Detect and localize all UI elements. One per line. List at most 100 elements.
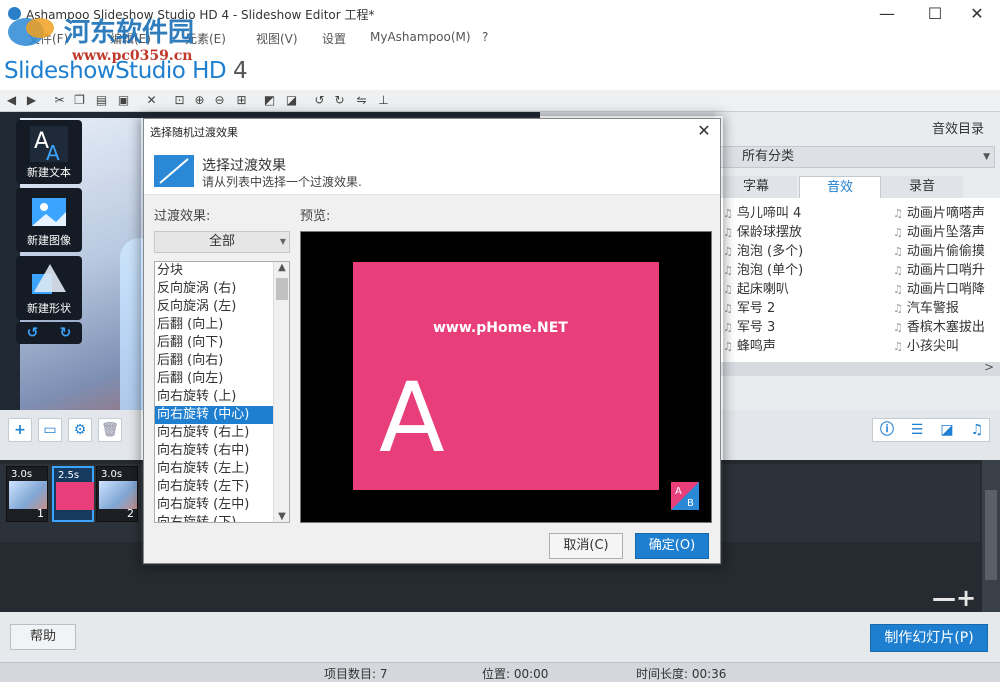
add-icon[interactable]: + <box>8 418 32 442</box>
list-item[interactable]: ♫ 汽车警报 <box>893 297 959 316</box>
list-item[interactable]: 向右旋转 (右上) <box>155 424 273 442</box>
menu-help[interactable]: ? <box>482 30 488 44</box>
list-item[interactable]: ♫ 保龄球摆放 <box>723 221 802 240</box>
list-item[interactable]: 后翻 (向下) <box>155 334 273 352</box>
list-item[interactable]: ♫ 动画片嘀嗒声 <box>893 202 985 221</box>
list-item[interactable]: ♫ 动画片偷偷摸 <box>893 240 985 259</box>
trash-icon[interactable]: 🗑 <box>98 418 122 442</box>
paste-icon[interactable]: ▤ <box>94 93 109 108</box>
list-item[interactable]: 后翻 (向左) <box>155 370 273 388</box>
settings-icon[interactable]: ⚙ <box>68 418 92 442</box>
list-item[interactable]: 后翻 (向右) <box>155 352 273 370</box>
sound-list-hscrollbar[interactable]: > <box>715 360 1000 376</box>
cut-icon[interactable]: ✂ <box>52 93 67 108</box>
music-icon[interactable]: ♫ <box>967 421 987 439</box>
list-item[interactable]: ♫ 小孩尖叫 <box>893 335 959 354</box>
help-button[interactable]: 帮助 <box>10 624 76 650</box>
duplicate-icon[interactable]: ▣ <box>116 93 131 108</box>
list-item-selected[interactable]: 向右旋转 (中心) <box>155 406 273 424</box>
rotate-cw-icon[interactable]: ↻ <box>60 325 72 341</box>
scrollbar-thumb[interactable] <box>276 278 288 300</box>
scroll-right-icon[interactable]: > <box>984 360 994 374</box>
list-item[interactable]: ♫ 泡泡 (多个) <box>723 240 803 259</box>
ok-button[interactable]: 确定(O) <box>635 533 709 559</box>
music-note-icon: ♫ <box>893 245 903 258</box>
close-icon[interactable]: ✕ <box>694 121 714 140</box>
rotate-left-icon[interactable]: ↺ <box>312 93 327 108</box>
zoom-select-icon[interactable]: ⊞ <box>234 93 249 108</box>
list-item[interactable]: 分块 <box>155 262 273 280</box>
list-item[interactable]: ♫ 鸟儿啼叫 4 <box>723 202 801 221</box>
zoom-in-button[interactable]: + <box>956 584 976 612</box>
info-icon[interactable]: ⓘ <box>877 421 897 439</box>
list-item[interactable]: 向右旋转 (下) <box>155 514 273 522</box>
bring-forward-icon[interactable]: ◩ <box>262 93 277 108</box>
list-item[interactable]: ♫ 军号 2 <box>723 297 775 316</box>
list-item[interactable]: 反向旋涡 (左) <box>155 298 273 316</box>
music-note-icon: ♫ <box>893 264 903 277</box>
sound-catalog-panel: 音效目录 所有分类 ▼ 字幕 音效 录音 ♫ 鸟儿啼叫 4 ♫ 保龄球摆放 ♫ 泡泡 … <box>715 112 1000 410</box>
zoom-in-icon[interactable]: ⊕ <box>192 93 207 108</box>
flip-icon[interactable]: ⇋ <box>354 93 369 108</box>
menu-myashampoo[interactable]: MyAshampoo(M) <box>370 30 471 44</box>
transition-icon[interactable]: ◪ <box>937 421 957 439</box>
list-item[interactable]: 向右旋转 (左下) <box>155 478 273 496</box>
align-icon[interactable]: ⊥ <box>376 93 391 108</box>
cancel-button[interactable]: 取消(C) <box>549 533 623 559</box>
list-item[interactable]: ♫ 泡泡 (单个) <box>723 259 803 278</box>
rotate-right-icon[interactable]: ↻ <box>332 93 347 108</box>
timeline-clip[interactable]: 3.0s 1 <box>6 466 48 522</box>
list-item[interactable]: ♫ 动画片坠落声 <box>893 221 985 240</box>
list-item[interactable]: ♫ 动画片口哨升 <box>893 259 985 278</box>
add-image-icon[interactable]: ▭ <box>38 418 62 442</box>
scroll-down-icon[interactable]: ▼ <box>274 511 289 522</box>
category-select[interactable]: 所有分类 ▼ <box>715 146 995 168</box>
list-icon[interactable]: ☰ <box>907 421 927 439</box>
sound-name: 动画片偷偷摸 <box>906 244 985 259</box>
music-note-icon: ♫ <box>723 245 733 258</box>
menu-view[interactable]: 视图(V) <box>256 30 298 47</box>
minimize-button[interactable]: — <box>864 0 910 28</box>
transition-list[interactable]: 分块 反向旋涡 (右) 反向旋涡 (左) 后翻 (向上) 后翻 (向下) 后翻 … <box>154 261 290 523</box>
timeline-transition-clip[interactable]: 2.5s <box>52 466 94 522</box>
ab-transition-icon: A B <box>671 482 699 510</box>
list-item[interactable]: 向右旋转 (左中) <box>155 496 273 514</box>
zoom-fit-icon[interactable]: ⊡ <box>172 93 187 108</box>
menu-settings[interactable]: 设置 <box>322 30 346 47</box>
scroll-up-icon[interactable]: ▲ <box>274 262 289 273</box>
badge-b: B <box>687 498 694 509</box>
list-item[interactable]: 向右旋转 (右中) <box>155 442 273 460</box>
list-item[interactable]: 反向旋涡 (右) <box>155 280 273 298</box>
tab-recording[interactable]: 录音 <box>881 176 963 198</box>
zoom-out-icon[interactable]: ⊖ <box>212 93 227 108</box>
timeline-vscrollbar[interactable] <box>982 460 1000 612</box>
close-window-button[interactable]: ✕ <box>954 0 1000 28</box>
new-image-button[interactable]: 新建图像 <box>16 188 82 252</box>
random-transition-dialog: 选择随机过渡效果 ✕ 选择过渡效果 请从列表中选择一个过渡效果. 过渡效果: 预… <box>143 118 721 564</box>
list-item[interactable]: ♫ 香槟木塞拔出 <box>893 316 985 335</box>
tab-subtitles[interactable]: 字幕 <box>715 176 797 198</box>
list-item[interactable]: 向右旋转 (左上) <box>155 460 273 478</box>
list-item[interactable]: 向右旋转 (上) <box>155 388 273 406</box>
effect-filter-select[interactable]: 全部 ▼ <box>154 231 290 253</box>
list-item[interactable]: ♫ 动画片口哨降 <box>893 278 985 297</box>
delete-icon[interactable]: ✕ <box>144 93 159 108</box>
zoom-out-button[interactable]: — <box>932 584 956 612</box>
tab-sound-effects[interactable]: 音效 <box>799 176 881 198</box>
new-shape-button[interactable]: 新建形状 <box>16 256 82 320</box>
maximize-button[interactable]: ☐ <box>912 0 958 28</box>
scrollbar-thumb[interactable] <box>985 490 997 580</box>
copy-icon[interactable]: ❐ <box>72 93 87 108</box>
back-icon[interactable]: ◀ <box>4 93 19 108</box>
forward-icon[interactable]: ▶ <box>24 93 39 108</box>
list-item[interactable]: ♫ 蜂鸣声 <box>723 335 776 354</box>
timeline-clip[interactable]: 3.0s 2 <box>96 466 138 522</box>
list-item[interactable]: ♫ 军号 3 <box>723 316 775 335</box>
make-slideshow-button[interactable]: 制作幻灯片(P) <box>870 624 988 652</box>
list-item[interactable]: ♫ 起床喇叭 <box>723 278 789 297</box>
transition-list-scrollbar[interactable]: ▲ ▼ <box>273 262 289 522</box>
list-item[interactable]: 后翻 (向上) <box>155 316 273 334</box>
send-backward-icon[interactable]: ◪ <box>284 93 299 108</box>
rotate-ccw-icon[interactable]: ↺ <box>27 325 39 341</box>
new-text-button[interactable]: A A 新建文本 <box>16 120 82 184</box>
